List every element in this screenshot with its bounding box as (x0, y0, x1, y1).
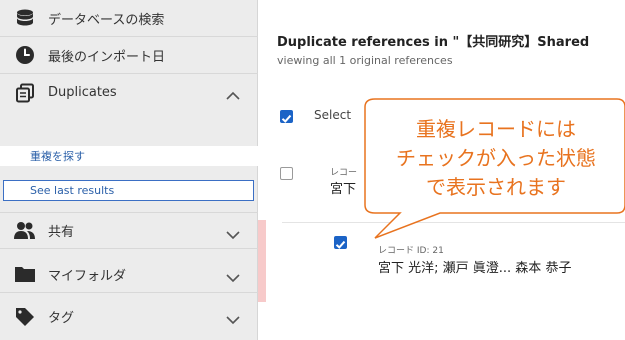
chevron-up-icon[interactable] (226, 86, 240, 100)
sidebar-item-duplicates[interactable]: Duplicates (0, 74, 258, 140)
record-authors: 宮下 (330, 182, 357, 197)
sidebar-item-label: マイフォルダ (48, 268, 127, 284)
sidebar-item-tags[interactable]: タグ (0, 298, 258, 335)
sidebar-item-label: データベースの検索 (48, 12, 165, 28)
record-authors: 宮下 光洋; 瀬戸 眞澄... 森本 恭子 (378, 261, 572, 276)
database-icon (14, 7, 36, 29)
sidebar-item-last-import[interactable]: 最後のインポート日 (0, 37, 258, 74)
record-id-label: レコー (330, 168, 358, 178)
sidebar-item-my-folders[interactable]: マイフォルダ (0, 256, 258, 293)
page-title: Duplicate references in "【共同研究】Shared (277, 35, 590, 50)
callout-line: チェックが入った状態 (396, 146, 596, 170)
chevron-down-icon[interactable] (226, 268, 240, 283)
folder-icon (14, 263, 36, 285)
clock-icon (14, 44, 36, 66)
callout-line: 重複レコードには (416, 117, 576, 141)
sidebar-item-label: タグ (48, 311, 75, 326)
sidebar-item-label: Duplicates (48, 85, 117, 100)
record-id-label: レコード ID: 21 (378, 246, 444, 256)
row-checkbox[interactable] (280, 167, 293, 180)
sidebar: データベースの検索 最後のインポート日 Duplicates 重複を探す See… (0, 0, 258, 340)
select-all-checkbox[interactable] (280, 110, 293, 123)
sidebar-item-shared[interactable]: 共有 (0, 212, 258, 249)
page-subtitle: viewing all 1 original references (277, 54, 453, 67)
row-checkbox-checked[interactable] (334, 236, 347, 249)
callout-line: で表示されます (426, 175, 566, 199)
sidebar-subitem-find-duplicates[interactable]: 重複を探す (0, 146, 258, 166)
tag-icon (14, 306, 36, 328)
select-all-label: Select (314, 108, 352, 122)
callout-text: 重複レコードには チェックが入った状態 で表示されます (365, 115, 625, 202)
row-highlight-bar (258, 220, 266, 302)
duplicates-icon (14, 82, 36, 104)
chevron-down-icon[interactable] (226, 225, 240, 240)
sidebar-item-label: 共有 (48, 225, 75, 240)
sidebar-item-label: 最後のインポート日 (48, 49, 166, 65)
users-icon (14, 220, 36, 242)
sidebar-subitem-see-last-results[interactable]: See last results (3, 180, 254, 201)
chevron-down-icon[interactable] (226, 310, 240, 325)
row-divider (282, 222, 625, 223)
sidebar-item-database-search[interactable]: データベースの検索 (0, 0, 258, 37)
